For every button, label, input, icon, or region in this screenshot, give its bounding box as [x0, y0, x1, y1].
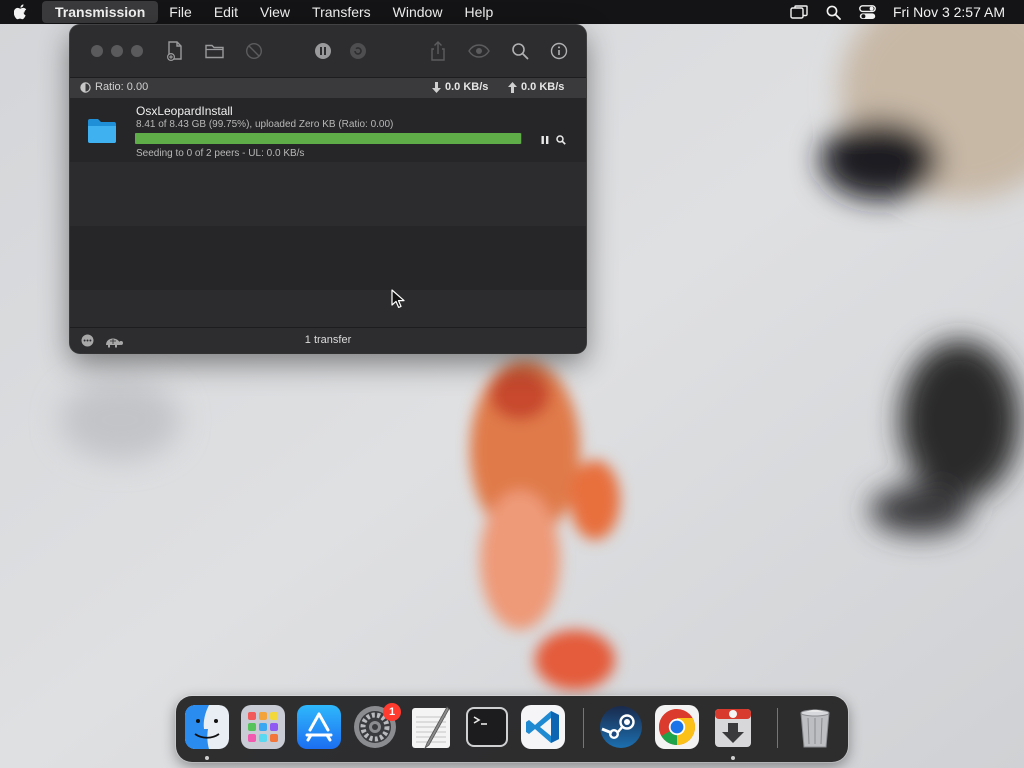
share-icon	[431, 41, 445, 61]
mouse-pointer-icon	[391, 289, 405, 308]
torrent-progress-text: 8.41 of 8.43 GB (99.75%), uploaded Zero …	[136, 119, 394, 130]
dock-app-store-icon[interactable]	[297, 705, 341, 749]
share-button[interactable]	[426, 40, 450, 62]
screen-mirroring-icon[interactable]	[790, 5, 808, 19]
resume-all-button[interactable]	[346, 40, 370, 62]
dock-vscode-icon[interactable]	[521, 705, 565, 749]
menu-view[interactable]: View	[249, 0, 301, 24]
torrent-row[interactable]: OsxLeopardInstall 8.41 of 8.43 GB (99.75…	[70, 98, 586, 162]
status-bar: Ratio: 0.00 0.0 KB/s 0.0 KB/s	[70, 77, 586, 98]
control-center-icon[interactable]	[859, 4, 876, 20]
menu-window[interactable]: Window	[382, 0, 454, 24]
pause-all-button[interactable]	[311, 40, 335, 62]
dock	[176, 696, 848, 762]
magnifying-glass-icon	[556, 135, 566, 145]
new-document-icon	[167, 41, 182, 61]
dock-finder-icon[interactable]	[185, 705, 229, 749]
ratio-display[interactable]: Ratio: 0.00	[80, 81, 148, 93]
dock-steam-icon[interactable]	[599, 705, 643, 749]
torrent-reveal-button[interactable]	[555, 134, 567, 146]
upload-arrow-icon	[508, 81, 517, 93]
window-toolbar	[70, 25, 586, 77]
download-arrow-icon	[432, 81, 441, 93]
download-speed-text: 0.0 KB/s	[445, 81, 489, 93]
dock-running-indicator	[731, 756, 735, 760]
menu-bar: Transmission File Edit View Transfers Wi…	[0, 0, 1024, 24]
dock-separator	[777, 708, 778, 748]
magnifying-glass-icon	[512, 43, 529, 60]
upload-speed-text: 0.0 KB/s	[521, 81, 565, 93]
spotlight-search-icon[interactable]	[826, 5, 841, 20]
dock-running-indicator	[205, 756, 209, 760]
folder-open-icon	[205, 44, 224, 59]
resume-circle-icon	[350, 43, 366, 59]
eye-icon	[468, 44, 490, 58]
info-icon	[550, 42, 568, 60]
pause-icon	[541, 136, 549, 144]
ratio-text: Ratio: 0.00	[95, 81, 149, 93]
torrent-pause-button[interactable]	[539, 134, 551, 146]
torrent-list: OsxLeopardInstall 8.41 of 8.43 GB (99.75…	[70, 98, 586, 327]
open-torrent-button[interactable]	[203, 40, 227, 62]
bottom-bar: 1 transfer	[70, 327, 586, 353]
window-minimize-button[interactable]	[111, 45, 123, 57]
remove-torrent-button[interactable]	[242, 40, 266, 62]
dock-separator	[583, 708, 584, 748]
torrent-status-text: Seeding to 0 of 2 peers - UL: 0.0 KB/s	[136, 148, 305, 159]
window-zoom-button[interactable]	[131, 45, 143, 57]
pause-circle-icon	[315, 43, 331, 59]
transmission-window: Ratio: 0.00 0.0 KB/s 0.0 KB/s OsxLeopard…	[70, 25, 586, 353]
transfer-count: 1 transfer	[304, 334, 352, 346]
torrent-progress-fill	[135, 133, 522, 144]
torrent-name: OsxLeopardInstall	[136, 104, 233, 118]
window-close-button[interactable]	[91, 45, 103, 57]
dock-chrome-icon[interactable]	[655, 705, 699, 749]
inspector-button[interactable]	[547, 40, 571, 62]
dock-transmission-icon[interactable]	[711, 705, 755, 749]
app-menu-transmission[interactable]: Transmission	[42, 1, 159, 23]
menu-transfers[interactable]: Transfers	[301, 0, 382, 24]
folder-icon	[87, 118, 117, 149]
menu-edit[interactable]: Edit	[203, 0, 249, 24]
quick-look-button[interactable]	[467, 40, 491, 62]
dock-terminal-icon[interactable]	[465, 705, 509, 749]
upload-speed: 0.0 KB/s	[508, 81, 564, 93]
notification-badge: 1	[383, 703, 401, 721]
ratio-icon	[80, 81, 91, 93]
prohibit-icon	[245, 42, 263, 60]
apple-menu-icon[interactable]	[14, 4, 40, 20]
dock-textedit-icon[interactable]	[409, 705, 453, 750]
dock-trash-icon[interactable]	[793, 705, 837, 749]
create-torrent-button[interactable]	[163, 40, 187, 62]
empty-row	[70, 290, 586, 327]
empty-row	[70, 162, 586, 226]
menubar-clock[interactable]: Fri Nov 3 2:57 AM	[893, 4, 1005, 20]
menu-file[interactable]: File	[158, 0, 203, 24]
dock-launchpad-icon[interactable]	[241, 705, 285, 749]
menu-help[interactable]: Help	[453, 0, 504, 24]
filter-search-button[interactable]	[508, 40, 532, 62]
download-speed: 0.0 KB/s	[432, 81, 488, 93]
torrent-progress-bar	[135, 133, 522, 144]
empty-row	[70, 226, 586, 290]
